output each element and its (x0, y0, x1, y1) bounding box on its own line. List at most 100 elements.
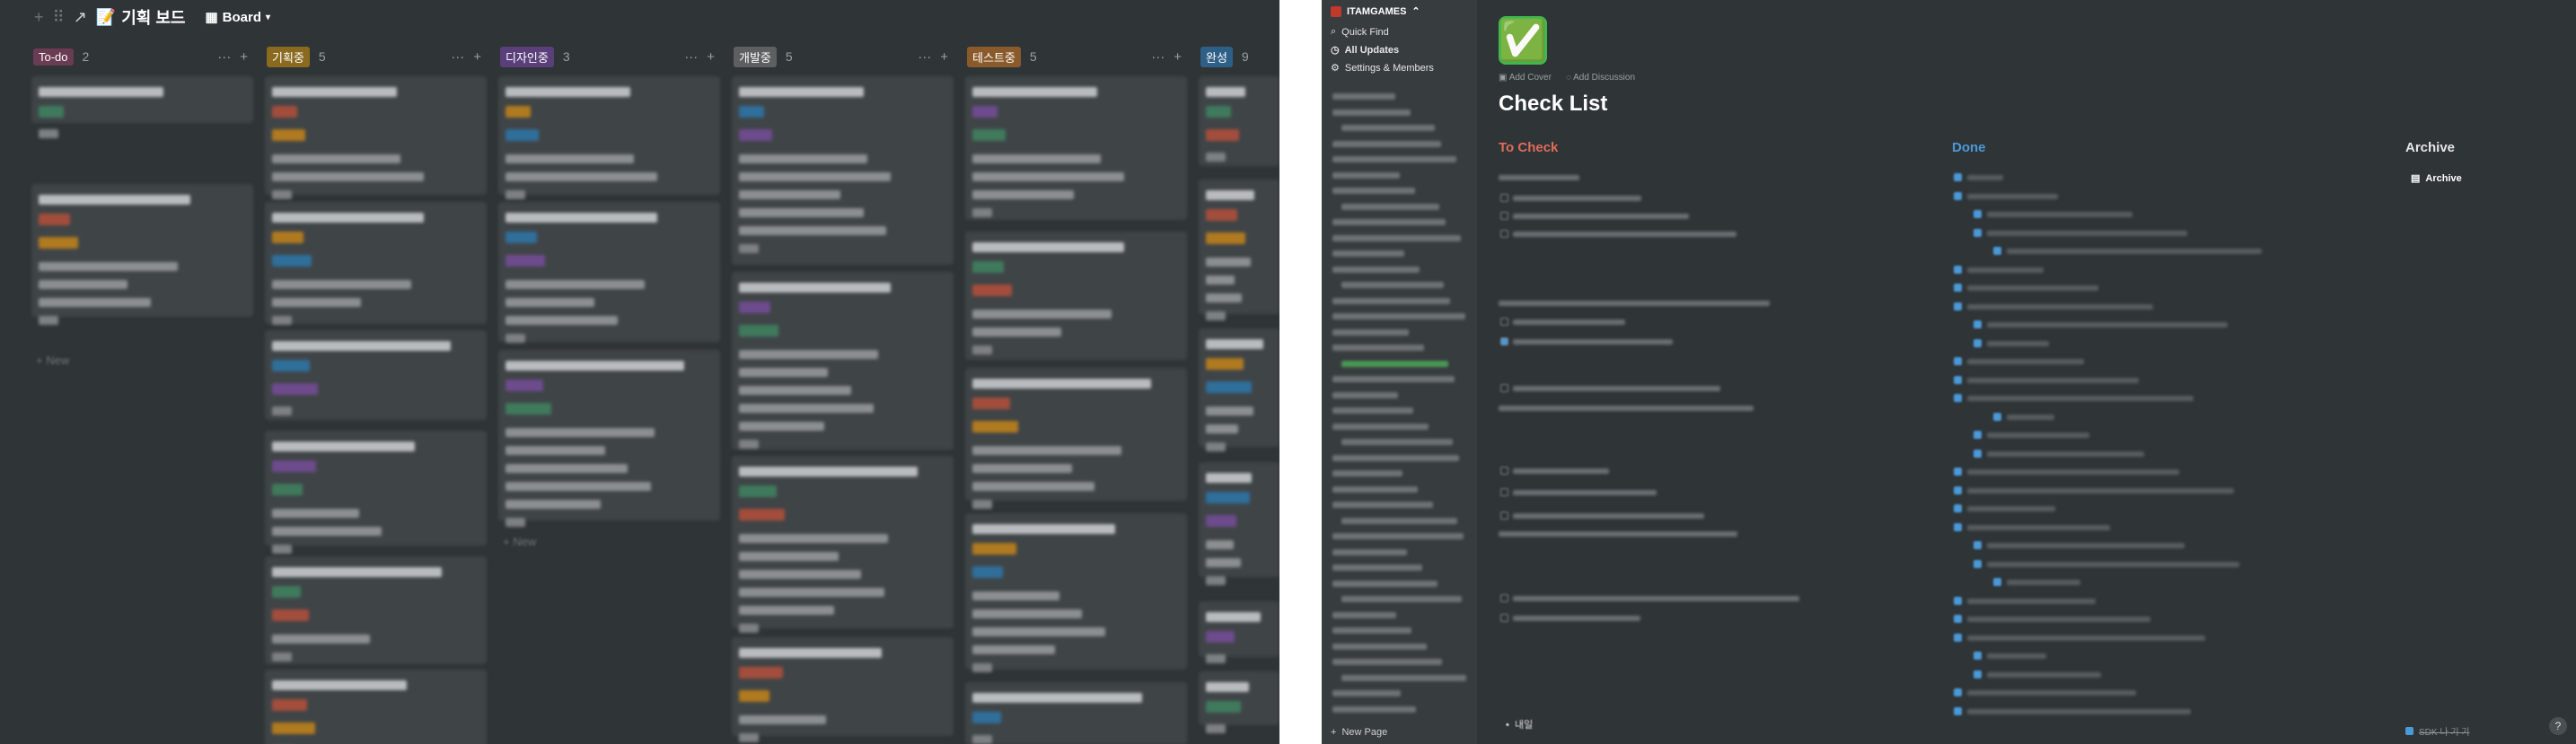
board-card[interactable] (265, 556, 487, 664)
board-card[interactable] (732, 637, 954, 742)
checkbox-checked-icon[interactable] (1954, 504, 1962, 512)
more-icon[interactable]: ··· (217, 49, 231, 65)
more-icon[interactable]: ··· (684, 49, 698, 65)
checkbox-icon[interactable] (1500, 318, 1508, 326)
checkbox-checked-icon[interactable] (1974, 449, 1982, 458)
sidebar-page-item[interactable] (1341, 517, 1457, 524)
sidebar-item-quick-find[interactable]: ⌕ Quick Find (1331, 26, 1389, 38)
checkbox-checked-icon[interactable] (1974, 541, 1982, 549)
checkbox-checked-icon[interactable] (1974, 228, 1982, 237)
check-mark-icon[interactable]: ✅ (1499, 16, 1547, 65)
workspace-switcher[interactable]: ITAMGAMES ⌃ (1331, 5, 1420, 17)
board-card[interactable] (498, 350, 720, 527)
done-checkbox-item[interactable]: SDK 나 기 기 (2405, 724, 2470, 738)
add-icon[interactable]: + (34, 8, 44, 27)
sidebar-page-item[interactable] (1341, 596, 1462, 602)
sidebar-page-item[interactable] (1332, 627, 1411, 634)
sidebar-page-item[interactable] (1332, 219, 1446, 225)
board-card[interactable] (965, 513, 1187, 672)
board-card[interactable] (965, 232, 1187, 360)
sidebar-page-item[interactable] (1332, 171, 1400, 179)
sidebar-page-item[interactable] (1332, 391, 1398, 398)
sidebar-page-item[interactable] (1341, 439, 1453, 445)
checkbox-checked-icon[interactable] (1954, 302, 1962, 311)
sidebar-page-item[interactable] (1332, 705, 1416, 713)
board-card[interactable] (732, 456, 954, 633)
sidebar-page-item[interactable] (1341, 674, 1466, 681)
sidebar-page-item[interactable] (1332, 486, 1418, 493)
checkbox-checked-icon[interactable] (1974, 210, 1982, 218)
checkbox-checked-icon[interactable] (1974, 652, 1982, 660)
board-title[interactable]: 📝 기획 보드 (96, 5, 186, 29)
board-card[interactable] (965, 682, 1187, 744)
board-card[interactable] (31, 76, 253, 138)
add-card-icon[interactable]: + (1174, 49, 1182, 65)
add-discussion-button[interactable]: ◌ Add Discussion (1566, 73, 1635, 83)
sidebar-page-item[interactable] (1332, 93, 1395, 100)
checkbox-checked-icon[interactable] (1954, 265, 1962, 274)
checkbox-icon[interactable] (1500, 467, 1508, 475)
board-card[interactable] (732, 76, 954, 265)
sidebar-page-item[interactable] (1332, 659, 1442, 665)
board-card[interactable] (1199, 76, 1279, 166)
sidebar-page-item[interactable] (1341, 125, 1435, 131)
help-button[interactable]: ? (2549, 717, 2567, 735)
sidebar-page-item[interactable] (1332, 376, 1455, 382)
add-card-icon[interactable]: + (240, 49, 248, 65)
checkbox-icon[interactable] (1500, 384, 1508, 392)
checkbox-checked-icon[interactable] (1954, 394, 1962, 402)
sidebar-page-item[interactable] (1332, 328, 1409, 336)
board-card[interactable] (732, 272, 954, 450)
sidebar-page-item[interactable] (1332, 313, 1465, 319)
board-card[interactable] (1199, 328, 1279, 451)
more-icon[interactable]: ··· (918, 49, 931, 65)
checkbox-checked-icon[interactable] (1954, 706, 1962, 715)
checkbox-checked-icon[interactable] (1993, 578, 2001, 586)
new-card-button[interactable]: + New (503, 535, 536, 548)
sidebar-page-item[interactable] (1332, 565, 1422, 571)
sidebar-page-item[interactable] (1332, 407, 1413, 414)
checkbox-checked-icon[interactable] (1974, 559, 1982, 568)
checkbox-checked-icon[interactable] (1954, 596, 1962, 605)
sidebar-page-item[interactable] (1332, 140, 1441, 147)
sidebar-page-item[interactable] (1332, 250, 1404, 257)
sidebar-page-item[interactable] (1332, 423, 1429, 430)
sidebar-item-all-updates[interactable]: ◷ All Updates (1331, 44, 1399, 57)
board-card[interactable] (498, 202, 720, 343)
checkbox-icon[interactable] (1500, 337, 1508, 346)
checkbox-checked-icon[interactable] (1954, 284, 1962, 292)
checkbox-checked-icon[interactable] (1954, 486, 1962, 495)
board-card[interactable] (965, 368, 1187, 509)
sidebar-page-item[interactable] (1341, 282, 1444, 288)
checkbox-checked-icon[interactable] (1974, 320, 1982, 328)
board-card[interactable] (1199, 671, 1279, 733)
sidebar-page-item[interactable] (1332, 156, 1456, 162)
checkbox-icon[interactable] (1500, 194, 1508, 202)
new-page-button[interactable]: + New Page (1331, 727, 1387, 738)
checkbox-checked-icon[interactable] (1954, 633, 1962, 642)
board-card[interactable] (965, 76, 1187, 220)
board-card[interactable] (265, 330, 487, 420)
checkbox-icon[interactable] (1500, 594, 1508, 602)
status-chip[interactable]: To-do (33, 48, 74, 66)
sidebar-page-item[interactable] (1341, 203, 1439, 210)
checkbox-icon[interactable] (1500, 614, 1508, 622)
status-chip[interactable]: 개발중 (734, 46, 777, 67)
page-title[interactable]: Check List (1499, 92, 1607, 117)
board-card[interactable] (1199, 462, 1279, 585)
drag-handle-icon[interactable]: ⠿ (53, 8, 65, 27)
sidebar-page-item[interactable] (1332, 548, 1407, 556)
sidebar-page-item[interactable] (1332, 109, 1411, 116)
board-card[interactable] (1199, 601, 1279, 663)
checkbox-checked-icon[interactable] (2405, 727, 2413, 735)
checkbox-checked-icon[interactable] (1974, 431, 1982, 439)
checkbox-checked-icon[interactable] (1993, 412, 2001, 421)
checkbox-icon[interactable] (1500, 230, 1508, 238)
board-card[interactable] (265, 670, 487, 744)
add-card-icon[interactable]: + (940, 49, 948, 65)
checkbox-checked-icon[interactable] (1954, 615, 1962, 623)
sidebar-item-settings[interactable]: ⚙ Settings & Members (1331, 62, 1434, 74)
more-icon[interactable]: ··· (451, 49, 464, 65)
view-switcher[interactable]: ▦ Board ▾ (205, 9, 270, 26)
board-card[interactable] (498, 76, 720, 199)
